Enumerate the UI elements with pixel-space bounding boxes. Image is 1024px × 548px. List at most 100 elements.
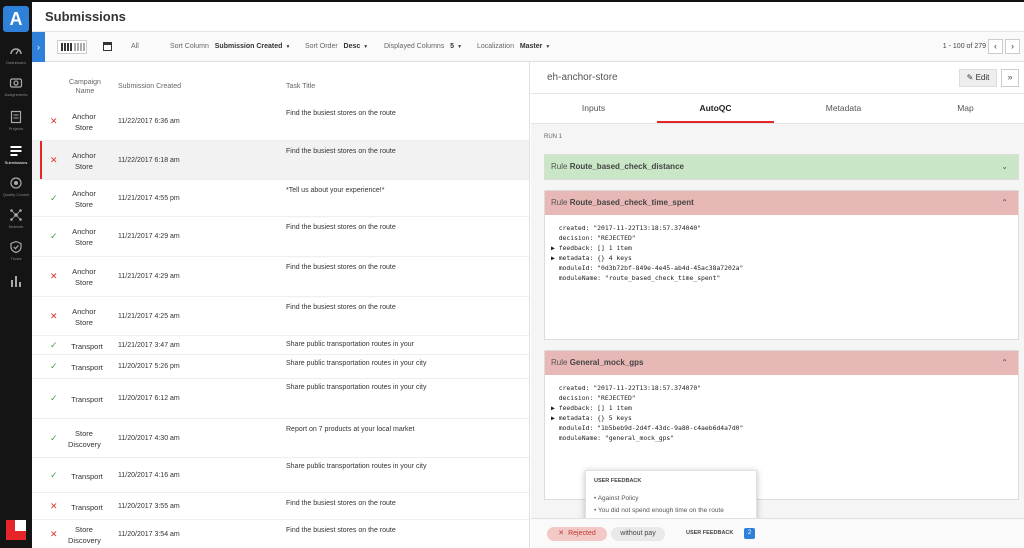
tab-metadata[interactable]: Metadata xyxy=(785,103,902,113)
rejected-chip[interactable]: Rejected xyxy=(547,527,607,541)
table-header: Campaign Name Submission Created Task Ti… xyxy=(32,62,529,102)
table-row[interactable]: ✓ Anchor Store 11/21/2017 4:55 pm *Tell us … xyxy=(32,180,529,217)
campaign-name: Anchor Store xyxy=(72,306,96,327)
displayed-columns-dropdown[interactable]: Displayed Columns 5 ▼ xyxy=(384,43,462,50)
rule-name: General_mock_gps xyxy=(569,358,644,367)
submission-created: 11/20/2017 4:16 am xyxy=(118,471,180,479)
chevron-left-icon: ‹ xyxy=(994,41,997,51)
sort-order-value: Desc xyxy=(343,43,361,50)
tab-map[interactable]: Map xyxy=(907,103,1024,113)
tab-autoqc[interactable]: AutoQC xyxy=(657,103,774,113)
submission-created: 11/21/2017 4:55 pm xyxy=(118,194,180,202)
next-page-button[interactable]: › xyxy=(1005,39,1020,54)
nav-item-analytics[interactable] xyxy=(0,270,32,304)
sort-order-label: Sort Order xyxy=(305,43,338,50)
table-row[interactable]: ✕ Transport 11/20/2017 3:55 am Find the bus… xyxy=(32,493,529,520)
task-title: Find the busiest stores on the route xyxy=(286,110,396,117)
column-header-created[interactable]: Submission Created xyxy=(118,82,181,91)
sort-column-label: Sort Column xyxy=(170,43,209,50)
task-title: Share public transportation routes in yo… xyxy=(286,341,415,348)
task-title: Report on 7 products at your local marke… xyxy=(286,426,415,433)
sidebar-collapse-button[interactable]: › xyxy=(32,32,45,62)
table-row[interactable]: ✓ Anchor Store 11/21/2017 4:29 am Find the … xyxy=(32,217,529,257)
rule-json: created: "2017-11-22T13:18:57.374040" de… xyxy=(551,224,744,282)
table-row[interactable]: ✕ Anchor Store 11/21/2017 4:29 am Find the … xyxy=(32,257,529,297)
app-logo[interactable]: A xyxy=(3,6,29,32)
assignments-icon xyxy=(9,78,23,88)
submission-created: 11/20/2017 3:54 am xyxy=(118,531,180,538)
rule-header[interactable]: Rule Route_based_check_time_spent xyxy=(545,191,1018,215)
table-row[interactable]: ✓ Transport 11/20/2017 6:12 am Share public… xyxy=(32,379,529,419)
rule-card[interactable]: Rule Route_based_check_distance ⌄ xyxy=(544,154,1019,180)
table-row[interactable]: ✕ Anchor Store 11/22/2017 6:18 am Find the … xyxy=(32,141,529,180)
task-title: Find the busiest stores on the route xyxy=(286,527,396,534)
campaign-name: Transport xyxy=(71,471,103,481)
view-toggle[interactable] xyxy=(57,40,87,54)
campaign-name: Anchor Store xyxy=(72,112,96,132)
nav-label: Submissions xyxy=(4,160,28,165)
expand-panel-button[interactable]: » xyxy=(1001,69,1019,87)
submission-created: 11/22/2017 6:18 am xyxy=(118,156,180,164)
submission-created: 11/21/2017 4:29 am xyxy=(118,273,180,280)
chevron-up-icon[interactable]: ⌃ xyxy=(1001,191,1008,215)
rule-json: created: "2017-11-22T13:18:57.374070" de… xyxy=(551,384,744,442)
table-row[interactable]: ✕ Anchor Store 11/22/2017 6:36 am Find the … xyxy=(32,103,529,141)
table-row[interactable]: ✕ Store Discovery 11/20/2017 3:54 am Find t… xyxy=(32,520,529,548)
localization-dropdown[interactable]: Localization Master ▼ xyxy=(477,43,550,50)
submission-created: 11/21/2017 4:29 am xyxy=(118,233,180,240)
user-feedback-popover: USER FEEDBACK • Against Policy • You did… xyxy=(585,470,757,524)
user-feedback-label[interactable]: USER FEEDBACK xyxy=(686,530,733,536)
table-row[interactable]: ✓ Store Discovery 11/20/2017 4:30 am Report… xyxy=(32,419,529,458)
grid-view-icon[interactable] xyxy=(74,43,86,51)
without-pay-chip[interactable]: without pay xyxy=(611,527,665,541)
table-row[interactable]: ✕ Anchor Store 11/21/2017 4:25 am Find the … xyxy=(32,297,529,336)
submission-created: 11/20/2017 3:55 am xyxy=(118,502,180,510)
chevron-down-icon[interactable]: ⌄ xyxy=(1001,155,1008,179)
feedback-heading: USER FEEDBACK xyxy=(594,478,642,484)
column-header-campaign[interactable]: Campaign Name xyxy=(68,78,102,96)
feedback-count-badge[interactable]: 2 xyxy=(744,528,755,539)
nav-item-trust[interactable]: Trusts xyxy=(0,236,32,270)
chevron-up-icon[interactable]: ⌃ xyxy=(1001,351,1008,375)
calendar-icon[interactable] xyxy=(103,42,112,51)
page-header: Submissions xyxy=(32,0,1024,32)
feedback-item: • Against Policy xyxy=(594,495,639,502)
nav-item-network[interactable]: Network xyxy=(0,204,32,238)
campaign-name: Anchor Store xyxy=(72,227,96,247)
sort-order-dropdown[interactable]: Sort Order Desc ▼ xyxy=(305,43,368,50)
edit-label: Edit xyxy=(975,73,990,82)
sort-column-dropdown[interactable]: Sort Column Submission Created ▼ xyxy=(170,43,290,50)
submission-created: 11/20/2017 5:26 pm xyxy=(118,363,180,370)
campaign-name: Transport xyxy=(71,363,103,372)
column-header-task[interactable]: Task Title xyxy=(286,82,315,91)
filter-all[interactable]: All xyxy=(131,43,139,50)
campaign-name: Store Discovery xyxy=(68,525,101,545)
edit-button[interactable]: ✎ Edit xyxy=(959,69,997,87)
nav-item-submissions[interactable]: Submissions xyxy=(0,140,32,174)
decision-bar: Rejected without pay USER FEEDBACK 2 xyxy=(531,518,1024,548)
nav-item-dashboard[interactable]: Dashboard xyxy=(0,40,32,74)
nav-label: Network xyxy=(8,224,24,229)
task-title: Find the busiest stores on the route xyxy=(286,500,396,507)
nav-item-projects[interactable]: Projects xyxy=(0,106,32,140)
table-row[interactable]: ✓ Transport 11/20/2017 5:26 pm Share public… xyxy=(32,355,529,379)
list-view-icon[interactable] xyxy=(61,43,73,51)
nav-label: Trusts xyxy=(10,256,22,261)
table-row[interactable]: ✓ Transport 11/21/2017 3:47 am Share public… xyxy=(32,336,529,355)
rule-prefix: Rule xyxy=(551,198,568,207)
pencil-icon: ✎ xyxy=(966,73,974,82)
campaign-name: Anchor Store xyxy=(72,188,96,209)
prev-page-button[interactable]: ‹ xyxy=(988,39,1003,54)
page-title: Submissions xyxy=(45,9,126,24)
campaign-name: Store Discovery xyxy=(68,428,101,449)
tab-inputs[interactable]: Inputs xyxy=(535,103,652,113)
rule-header[interactable]: Rule General_mock_gps xyxy=(545,351,1018,375)
nav-item-quality[interactable]: Quality Control xyxy=(0,172,32,206)
displayed-columns-value: 5 xyxy=(450,43,455,50)
task-title: Find the busiest stores on the route xyxy=(286,224,396,231)
analytics-icon xyxy=(11,276,21,287)
task-title: Find the busiest stores on the route xyxy=(286,264,396,271)
rule-header[interactable]: Rule Route_based_check_distance xyxy=(545,155,1018,179)
nav-item-assignments[interactable]: Assignments xyxy=(0,72,32,106)
table-row[interactable]: ✓ Transport 11/20/2017 4:16 am Share public… xyxy=(32,458,529,493)
